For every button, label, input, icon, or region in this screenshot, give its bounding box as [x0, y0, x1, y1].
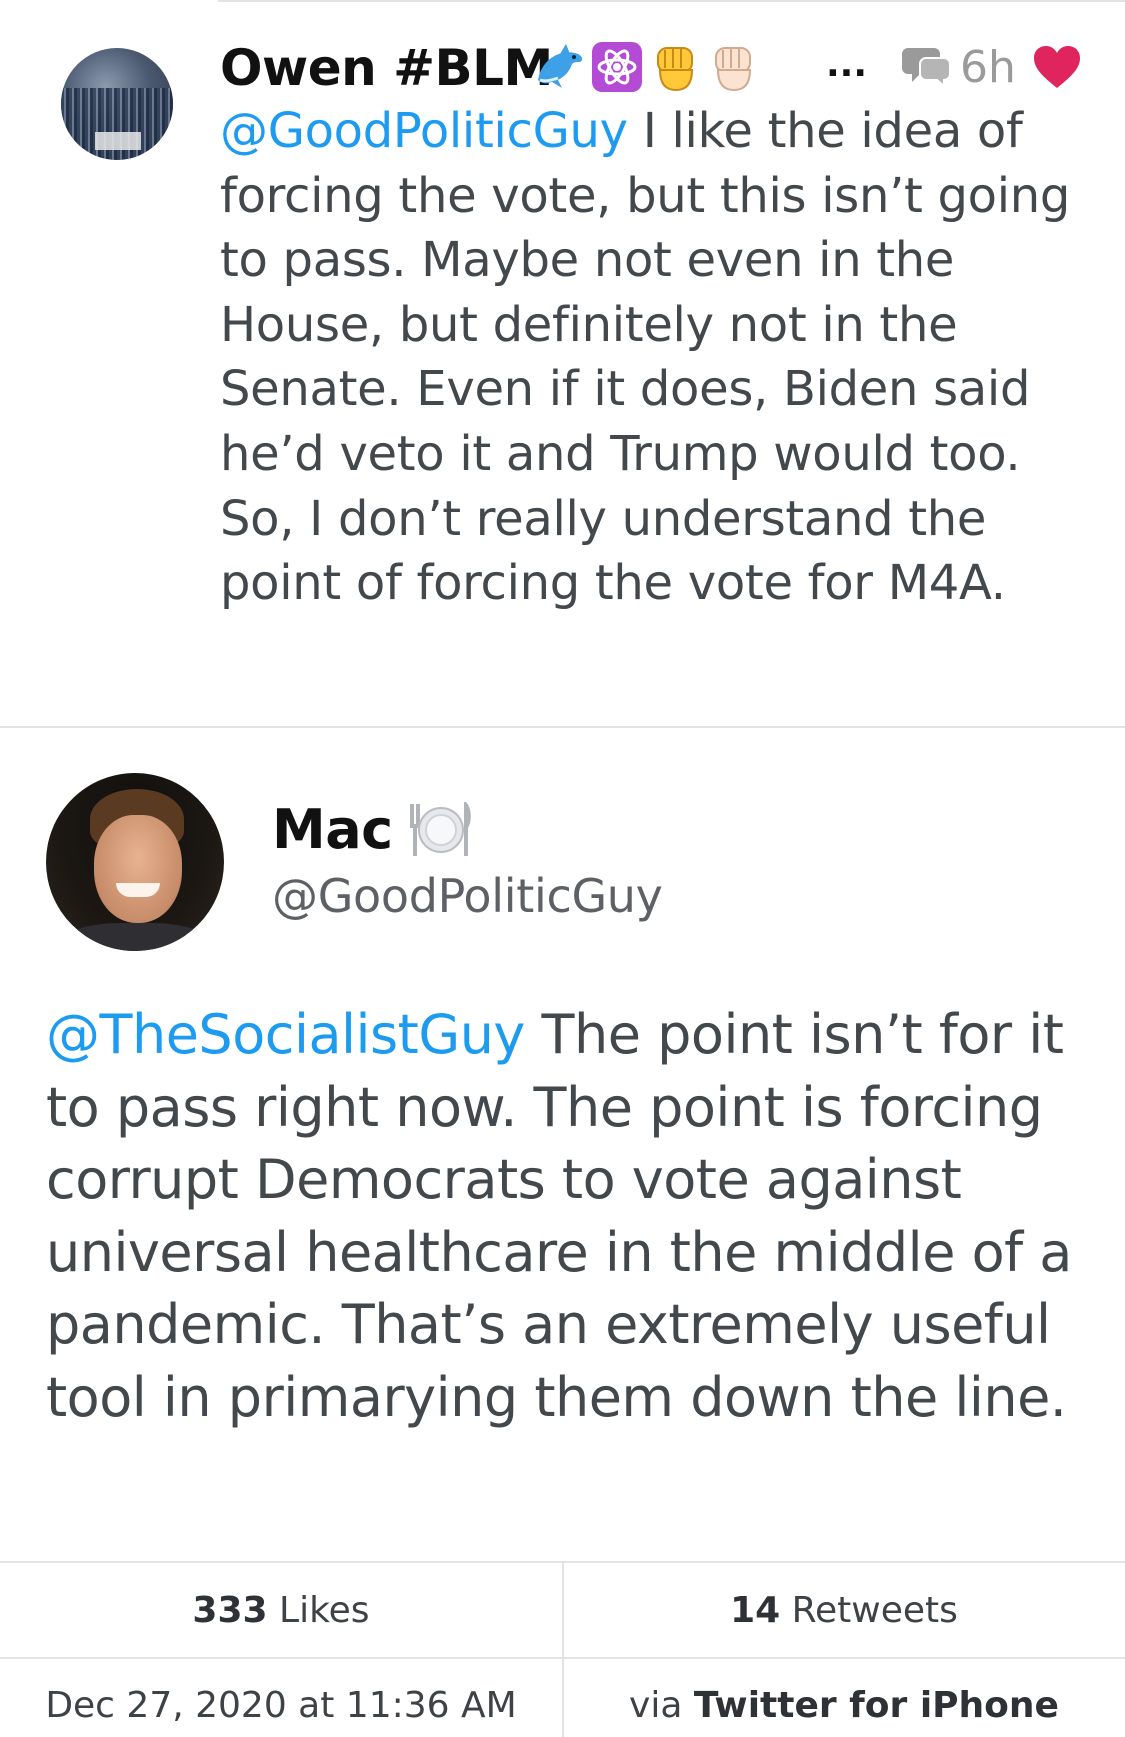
divider	[0, 726, 1125, 728]
tweet-source[interactable]: via Twitter for iPhone	[563, 1680, 1125, 1732]
retweets-count: 14	[730, 1590, 781, 1631]
dolphin-icon	[538, 44, 583, 88]
mention-link[interactable]: @GoodPoliticGuy	[220, 103, 628, 159]
retweets-label: Retweets	[780, 1590, 958, 1631]
reply-text: @GoodPoliticGuy I like the idea of forci…	[220, 99, 1090, 616]
heart-icon[interactable]	[1032, 44, 1082, 90]
reply-header: Owen #BLM ... 6h	[220, 38, 1090, 98]
reply-time: 6h	[960, 42, 1016, 93]
avatar-face	[94, 815, 182, 923]
fork-knife-plate-icon	[410, 802, 471, 856]
tweet-body: The point isn’t for it to pass right now…	[46, 1003, 1072, 1429]
via-prefix: via	[629, 1685, 694, 1726]
client-name: Twitter for iPhone	[693, 1685, 1059, 1726]
handle[interactable]: @GoodPoliticGuy	[272, 868, 663, 924]
avatar[interactable]	[61, 48, 173, 160]
display-name[interactable]: Owen #BLM	[220, 40, 553, 96]
tweet-text: @TheSocialistGuy The point isn’t for it …	[46, 999, 1086, 1434]
retweets-stat[interactable]: 14 Retweets	[563, 1584, 1125, 1638]
raised-fist-light-icon	[715, 47, 752, 92]
avatar-shirt	[66, 923, 206, 951]
raised-fist-icon	[657, 47, 694, 92]
avatar[interactable]	[46, 773, 224, 951]
reply-tweet[interactable]: Owen #BLM ... 6h @GoodPoliticGuy I like …	[0, 0, 1125, 727]
display-name[interactable]: Mac	[272, 800, 393, 860]
likes-label: Likes	[267, 1590, 370, 1631]
tweet-timestamp: Dec 27, 2020 at 11:36 AM	[45, 1685, 517, 1726]
reply-body: I like the idea of forcing the vote, but…	[220, 103, 1071, 612]
more-emojis-ellipsis: ...	[826, 44, 868, 85]
likes-count: 333	[192, 1590, 268, 1631]
mention-link[interactable]: @TheSocialistGuy	[46, 1003, 525, 1066]
conversation-icon[interactable]	[900, 40, 952, 88]
likes-stat[interactable]: 333 Likes	[0, 1584, 562, 1638]
avatar-stage	[95, 132, 141, 150]
atom-symbol-icon	[592, 42, 642, 92]
divider	[0, 1657, 1125, 1659]
